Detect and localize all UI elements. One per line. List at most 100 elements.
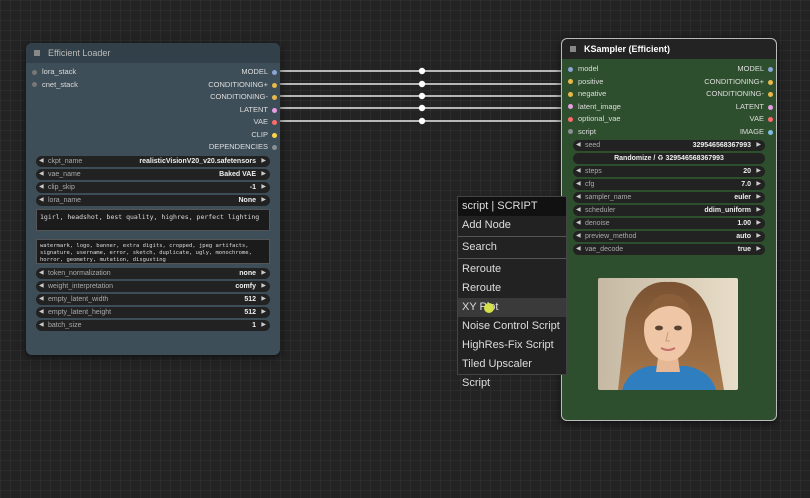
arrow-left-icon[interactable]: ◀ — [576, 192, 581, 203]
slot-dot-icon[interactable] — [768, 79, 773, 85]
arrow-left-icon[interactable]: ◀ — [576, 179, 581, 190]
arrow-right-icon[interactable]: ▶ — [261, 169, 266, 180]
output-slot-vae[interactable]: VAE — [750, 113, 764, 126]
input-slot-optional-vae[interactable]: optional_vae — [568, 113, 621, 126]
menu-item-reroute-2[interactable]: Reroute — [458, 279, 566, 298]
output-slot-model[interactable]: MODEL — [737, 63, 764, 76]
arrow-left-icon[interactable]: ◀ — [576, 218, 581, 229]
input-slot-cnet-stack[interactable]: cnet_stack — [32, 79, 78, 92]
arrow-right-icon[interactable]: ▶ — [756, 166, 761, 177]
arrow-right-icon[interactable]: ▶ — [756, 192, 761, 203]
arrow-right-icon[interactable]: ▶ — [261, 294, 266, 305]
widget-weight-interpretation[interactable]: ◀ weight_interpretation comfy ▶ — [36, 280, 270, 292]
input-slot-negative[interactable]: negative — [568, 88, 606, 101]
output-slot-latent[interactable]: LATENT — [736, 101, 764, 114]
randomize-button[interactable]: Randomize / ♻ 329546568367993 — [573, 153, 765, 164]
arrow-left-icon[interactable]: ◀ — [39, 195, 44, 206]
slot-dot-icon[interactable] — [272, 107, 277, 113]
widget-clip-skip[interactable]: ◀ clip_skip -1 ▶ — [36, 181, 270, 193]
output-slot-conditioning-neg[interactable]: CONDITIONING- — [210, 91, 268, 104]
arrow-left-icon[interactable]: ◀ — [39, 169, 44, 180]
arrow-right-icon[interactable]: ▶ — [261, 156, 266, 167]
collapse-icon[interactable] — [570, 46, 576, 52]
arrow-right-icon[interactable]: ▶ — [261, 195, 266, 206]
arrow-right-icon[interactable]: ▶ — [756, 140, 761, 151]
node-title-bar[interactable]: KSampler (Efficient) — [562, 39, 776, 59]
arrow-right-icon[interactable]: ▶ — [756, 179, 761, 190]
menu-item-add-node[interactable]: Add Node — [458, 216, 566, 235]
input-slot-lora-stack[interactable]: lora_stack — [32, 66, 76, 79]
slot-dot-icon[interactable] — [272, 82, 277, 88]
output-slot-model[interactable]: MODEL — [241, 66, 268, 79]
widget-sampler-name[interactable]: ◀ sampler_name euler ▶ — [573, 192, 765, 203]
widget-denoise[interactable]: ◀ denoise 1.00 ▶ — [573, 218, 765, 229]
slot-dot-icon[interactable] — [272, 70, 277, 75]
arrow-right-icon[interactable]: ▶ — [261, 182, 266, 193]
menu-item-xy-plot[interactable]: XY Plot — [458, 298, 566, 317]
arrow-right-icon[interactable]: ▶ — [261, 268, 266, 279]
arrow-right-icon[interactable]: ▶ — [756, 244, 761, 255]
slot-dot-icon[interactable] — [272, 95, 277, 100]
widget-seed[interactable]: ◀ seed 329546568367993 ▶ — [573, 140, 765, 151]
widget-token-normalization[interactable]: ◀ token_normalization none ▶ — [36, 267, 270, 279]
arrow-left-icon[interactable]: ◀ — [39, 307, 44, 318]
menu-item-tiled-upscaler-script[interactable]: Tiled Upscaler Script — [458, 355, 566, 389]
arrow-left-icon[interactable]: ◀ — [576, 166, 581, 177]
widget-cfg[interactable]: ◀ cfg 7.0 ▶ — [573, 179, 765, 190]
arrow-left-icon[interactable]: ◀ — [576, 205, 581, 216]
output-slot-conditioning-neg[interactable]: CONDITIONING- — [706, 88, 764, 101]
input-slot-positive[interactable]: positive — [568, 76, 603, 89]
arrow-left-icon[interactable]: ◀ — [39, 268, 44, 279]
input-slot-model[interactable]: model — [568, 63, 598, 76]
slot-dot-icon[interactable] — [272, 120, 277, 125]
arrow-right-icon[interactable]: ▶ — [261, 320, 266, 331]
slot-dot-icon[interactable] — [272, 132, 277, 138]
widget-empty-latent-height[interactable]: ◀ empty_latent_height 512 ▶ — [36, 306, 270, 318]
widget-empty-latent-width[interactable]: ◀ empty_latent_width 512 ▶ — [36, 293, 270, 305]
output-slot-image[interactable]: IMAGE — [740, 126, 764, 139]
widget-scheduler[interactable]: ◀ scheduler ddim_uniform ▶ — [573, 205, 765, 216]
node-title-bar[interactable]: Efficient Loader — [26, 43, 280, 63]
arrow-right-icon[interactable]: ▶ — [261, 281, 266, 292]
slot-dot-icon[interactable] — [272, 145, 277, 150]
output-slot-conditioning-pos[interactable]: CONDITIONING+ — [704, 76, 764, 89]
negative-prompt-textarea[interactable]: watermark, logo, banner, extra digits, c… — [36, 238, 270, 264]
slot-dot-icon[interactable] — [768, 92, 773, 97]
arrow-left-icon[interactable]: ◀ — [39, 294, 44, 305]
arrow-right-icon[interactable]: ▶ — [756, 231, 761, 242]
output-slot-clip[interactable]: CLIP — [251, 129, 268, 142]
efficient-loader-node[interactable]: Efficient Loader lora_stack MODEL cnet_s… — [26, 43, 280, 355]
menu-item-noise-control-script[interactable]: Noise Control Script — [458, 317, 566, 336]
input-slot-script[interactable]: script — [568, 126, 596, 139]
slot-dot-icon[interactable] — [768, 104, 773, 110]
widget-steps[interactable]: ◀ steps 20 ▶ — [573, 166, 765, 177]
widget-lora-name[interactable]: ◀ lora_name None ▶ — [36, 194, 270, 206]
widget-batch-size[interactable]: ◀ batch_size 1 ▶ — [36, 319, 270, 331]
input-slot-latent-image[interactable]: latent_image — [568, 101, 621, 114]
output-slot-latent[interactable]: LATENT — [240, 104, 268, 117]
arrow-left-icon[interactable]: ◀ — [39, 182, 44, 193]
slot-dot-icon[interactable] — [768, 67, 773, 72]
positive-prompt-textarea[interactable]: 1girl, headshot, best quality, highres, … — [36, 208, 270, 231]
widget-preview-method[interactable]: ◀ preview_method auto ▶ — [573, 231, 765, 242]
output-slot-conditioning-pos[interactable]: CONDITIONING+ — [208, 79, 268, 92]
collapse-icon[interactable] — [34, 50, 40, 56]
arrow-left-icon[interactable]: ◀ — [576, 140, 581, 151]
arrow-left-icon[interactable]: ◀ — [576, 231, 581, 242]
arrow-left-icon[interactable]: ◀ — [39, 320, 44, 331]
output-slot-dependencies[interactable]: DEPENDENCIES — [209, 141, 268, 154]
arrow-right-icon[interactable]: ▶ — [756, 218, 761, 229]
menu-item-highres-fix-script[interactable]: HighRes-Fix Script — [458, 336, 566, 355]
slot-dot-icon[interactable] — [768, 129, 773, 135]
arrow-right-icon[interactable]: ▶ — [756, 205, 761, 216]
output-slot-vae[interactable]: VAE — [254, 116, 268, 129]
context-menu[interactable]: script | SCRIPT Add Node Search Reroute … — [457, 196, 567, 389]
arrow-left-icon[interactable]: ◀ — [39, 281, 44, 292]
arrow-left-icon[interactable]: ◀ — [39, 156, 44, 167]
widget-vae-decode[interactable]: ◀ vae_decode true ▶ — [573, 244, 765, 255]
slot-dot-icon[interactable] — [768, 117, 773, 122]
arrow-left-icon[interactable]: ◀ — [576, 244, 581, 255]
menu-item-search[interactable]: Search — [458, 238, 566, 257]
arrow-right-icon[interactable]: ▶ — [261, 307, 266, 318]
menu-item-reroute[interactable]: Reroute — [458, 260, 566, 279]
